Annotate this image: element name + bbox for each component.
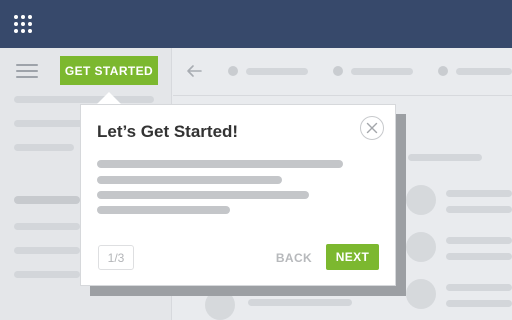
content-placeholder	[446, 284, 512, 291]
toolbar-placeholder-dot	[228, 66, 238, 76]
sidebar-placeholder	[14, 196, 80, 204]
step-counter: 1/3	[98, 245, 134, 270]
back-button[interactable]: BACK	[272, 245, 316, 270]
toolbar-placeholder-dot	[333, 66, 343, 76]
sidebar-placeholder	[14, 96, 154, 103]
hamburger-icon[interactable]	[16, 64, 38, 78]
content-placeholder	[446, 190, 512, 197]
content-placeholder	[446, 300, 512, 307]
sidebar-placeholder	[14, 223, 80, 230]
content-placeholder	[248, 299, 352, 306]
text-placeholder-line	[97, 176, 282, 184]
toolbar-placeholder-dot	[438, 66, 448, 76]
content-placeholder	[446, 237, 512, 244]
toolbar-placeholder	[456, 68, 512, 75]
close-button[interactable]	[360, 116, 384, 140]
top-bar	[0, 0, 512, 48]
sidebar-placeholder	[14, 271, 80, 278]
avatar-placeholder	[406, 185, 436, 215]
arrow-left-icon[interactable]	[185, 62, 203, 80]
apps-grid-icon[interactable]	[14, 15, 32, 33]
content-placeholder	[446, 206, 512, 213]
avatar-placeholder	[406, 232, 436, 262]
next-button[interactable]: NEXT	[326, 244, 379, 270]
text-placeholder-line	[97, 191, 309, 199]
popover-pointer	[97, 92, 121, 104]
popover-title: Let’s Get Started!	[97, 122, 239, 141]
sidebar-placeholder	[14, 120, 84, 127]
content-placeholder	[446, 253, 512, 260]
close-icon	[366, 122, 378, 134]
sidebar-placeholder	[14, 247, 80, 254]
toolbar-placeholder	[351, 68, 413, 75]
content-placeholder	[408, 154, 482, 161]
text-placeholder-line	[97, 206, 230, 214]
get-started-button[interactable]: GET STARTED	[60, 56, 158, 85]
avatar-placeholder	[406, 279, 436, 309]
toolbar-placeholder	[246, 68, 308, 75]
text-placeholder-line	[97, 160, 343, 168]
sidebar-placeholder	[14, 144, 74, 151]
